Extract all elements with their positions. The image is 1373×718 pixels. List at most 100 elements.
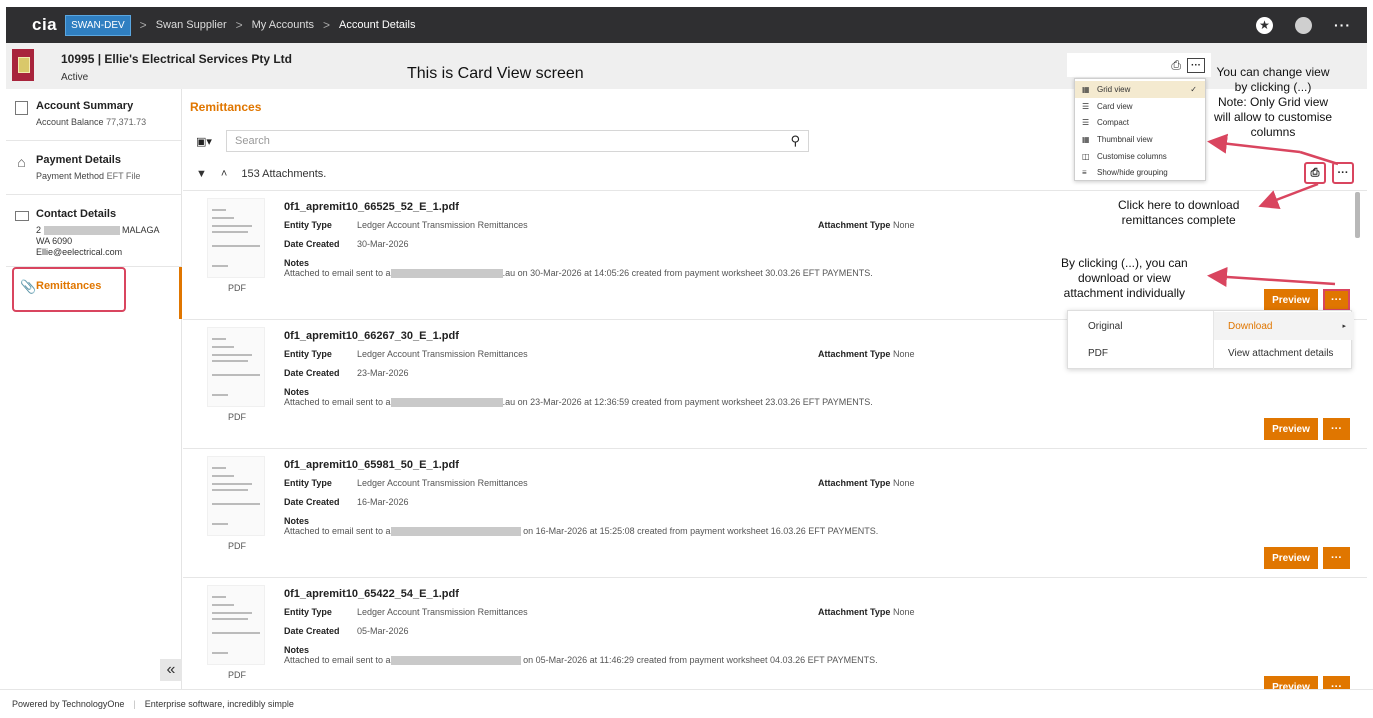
download-option-pdf[interactable]: PDF xyxy=(1088,348,1108,359)
attachment-type-value: None xyxy=(893,349,915,359)
sidebar-item-remittances[interactable]: 📎 Remittances xyxy=(12,267,126,312)
attachment-more-button[interactable]: ··· xyxy=(1323,547,1350,569)
date-created-value: 05-Mar-2026 xyxy=(357,626,409,636)
sidebar-item-label: Payment Details xyxy=(36,154,121,166)
attachment-title[interactable]: 0f1_apremit10_65422_54_E_1.pdf xyxy=(284,588,459,600)
account-balance: Account Balance 77,371.73 xyxy=(36,117,147,127)
breadcrumb-my-accounts[interactable]: My Accounts xyxy=(252,19,314,31)
folder-dropdown-icon[interactable]: ▣▾ xyxy=(196,135,226,148)
attachment-type-value: None xyxy=(893,607,915,617)
download-menu: Original PDF Download ▸ View attachment d… xyxy=(1067,310,1354,370)
entity-type-label: Entity Type xyxy=(284,607,332,617)
download-all-print-icon[interactable]: ⎙ xyxy=(1304,162,1326,184)
filter-icon[interactable]: ▼ xyxy=(196,168,207,180)
sidebar-item-payment-details[interactable]: ⌂ Payment Details Payment Method EFT Fil… xyxy=(6,143,182,195)
attachment-more-button[interactable]: ··· xyxy=(1323,289,1350,311)
user-avatar[interactable] xyxy=(1295,16,1312,34)
header-tools: ⎙ ··· xyxy=(1067,53,1211,77)
redacted-email xyxy=(390,269,503,279)
entity-type-label: Entity Type xyxy=(284,220,332,230)
breadcrumb-separator-icon: > xyxy=(139,18,147,32)
card-icon: ☰ xyxy=(1082,101,1090,111)
sidebar-item-label: Remittances xyxy=(36,280,102,292)
search-placeholder: Search xyxy=(235,135,270,147)
preview-button[interactable]: Preview xyxy=(1264,418,1318,440)
paperclip-icon: 📎 xyxy=(20,279,37,294)
annotation-screen-title: This is Card View screen xyxy=(407,65,584,82)
preview-button[interactable]: Preview xyxy=(1264,289,1318,311)
attachment-title[interactable]: 0f1_apremit10_65981_50_E_1.pdf xyxy=(284,459,459,471)
view-attachment-details-item[interactable]: View attachment details xyxy=(1228,348,1333,359)
collapse-up-icon[interactable]: ˄ xyxy=(221,168,227,180)
search-row: ▣▾ Search ⚲ xyxy=(196,130,809,152)
pdf-label: PDF xyxy=(228,541,246,551)
notes-text: Attached to email sent to a .au on 30-Mar… xyxy=(284,268,873,279)
redacted-address xyxy=(43,226,120,236)
attachment-title[interactable]: 0f1_apremit10_66267_30_E_1.pdf xyxy=(284,330,459,342)
environment-badge: SWAN-DEV xyxy=(65,14,131,36)
attachment-card: PDF 0f1_apremit10_65422_54_E_1.pdf Entit… xyxy=(183,577,1367,689)
date-created-label: Date Created xyxy=(284,497,340,507)
view-menu-item-thumbnail[interactable]: ▦ Thumbnail view xyxy=(1075,131,1205,148)
powered-by[interactable]: Powered by TechnologyOne xyxy=(12,699,124,709)
preview-button[interactable]: Preview xyxy=(1264,676,1318,689)
view-menu-item-grid[interactable]: ▦ Grid view ✓ xyxy=(1075,81,1205,98)
entity-type-value: Ledger Account Transmission Remittances xyxy=(357,478,528,488)
submenu-arrow-icon: ▸ xyxy=(1342,323,1346,330)
pdf-label: PDF xyxy=(228,670,246,680)
attachment-type-label: Attachment Type xyxy=(818,349,891,359)
account-title: 10995 | Ellie's Electrical Services Pty … xyxy=(61,52,293,66)
date-created-value: 30-Mar-2026 xyxy=(357,239,409,249)
attachment-more-button[interactable]: ··· xyxy=(1323,676,1350,689)
download-menu-item[interactable]: Download ▸ xyxy=(1214,312,1354,340)
pdf-thumbnail[interactable] xyxy=(207,327,265,407)
attachment-type-value: None xyxy=(893,220,915,230)
view-options-button[interactable]: ··· xyxy=(1187,57,1205,73)
breadcrumb-account-details: Account Details xyxy=(339,19,416,31)
accessibility-icon[interactable]: ★ xyxy=(1256,16,1273,34)
contact-address: 2 MALAGA WA 6090 Ellie@eelectrical.com xyxy=(36,225,160,257)
contact-email: Ellie@eelectrical.com xyxy=(36,247,123,257)
date-created-label: Date Created xyxy=(284,239,340,249)
search-icon[interactable]: ⚲ xyxy=(790,133,800,149)
redacted-email xyxy=(390,398,503,408)
attachment-title[interactable]: 0f1_apremit10_66525_52_E_1.pdf xyxy=(284,201,459,213)
header-print-icon[interactable]: ⎙ xyxy=(1171,58,1181,73)
date-created-value: 23-Mar-2026 xyxy=(357,368,409,378)
top-more-menu-icon[interactable]: ··· xyxy=(1334,17,1351,33)
attachment-more-button[interactable]: ··· xyxy=(1323,418,1350,440)
entity-type-value: Ledger Account Transmission Remittances xyxy=(357,220,528,230)
active-indicator xyxy=(179,267,182,319)
search-input[interactable]: Search ⚲ xyxy=(226,130,809,152)
document-icon xyxy=(15,101,28,115)
view-menu-item-card[interactable]: ☰ Card view xyxy=(1075,98,1205,115)
sidebar-item-contact-details[interactable]: Contact Details 2 MALAGA WA 6090 Ellie@e… xyxy=(6,197,182,267)
pdf-label: PDF xyxy=(228,283,246,293)
list-more-button[interactable]: ··· xyxy=(1332,162,1354,184)
view-menu-item-show-hide-grouping[interactable]: ≡ Show/hide grouping xyxy=(1075,164,1205,181)
view-menu-item-customise-columns[interactable]: ◫ Customise columns xyxy=(1075,148,1205,165)
download-actions: Download ▸ View attachment details xyxy=(1213,311,1354,370)
cia-logo[interactable]: cia xyxy=(32,15,57,35)
pdf-thumbnail[interactable] xyxy=(207,585,265,665)
download-option-original[interactable]: Original xyxy=(1088,321,1122,332)
sidebar-item-label: Account Summary xyxy=(36,100,134,112)
pdf-thumbnail[interactable] xyxy=(207,456,265,536)
top-bar-actions: ★ ··· xyxy=(1256,16,1351,34)
view-menu-item-compact[interactable]: ☰ Compact xyxy=(1075,114,1205,131)
collapse-sidebar-icon[interactable]: « xyxy=(160,659,182,681)
sidebar-item-account-summary[interactable]: Account Summary Account Balance 77,371.7… xyxy=(6,89,182,141)
sidebar: Account Summary Account Balance 77,371.7… xyxy=(6,89,182,689)
attachment-type-label: Attachment Type xyxy=(818,478,891,488)
filter-row: ▼ ˄ 153 Attachments. xyxy=(196,168,326,180)
breadcrumb-swan-supplier[interactable]: Swan Supplier xyxy=(156,19,227,31)
attachment-type-value: None xyxy=(893,478,915,488)
entity-type-value: Ledger Account Transmission Remittances xyxy=(357,607,528,617)
attachment-card: PDF 0f1_apremit10_65981_50_E_1.pdf Entit… xyxy=(183,448,1367,577)
annotation-download-individual: By clicking (...), you can download or v… xyxy=(1061,256,1188,300)
pdf-thumbnail[interactable] xyxy=(207,198,265,278)
preview-button[interactable]: Preview xyxy=(1264,547,1318,569)
footer-tagline: Enterprise software, incredibly simple xyxy=(144,699,294,709)
notes-label: Notes xyxy=(284,645,310,655)
compact-icon: ☰ xyxy=(1082,118,1090,128)
